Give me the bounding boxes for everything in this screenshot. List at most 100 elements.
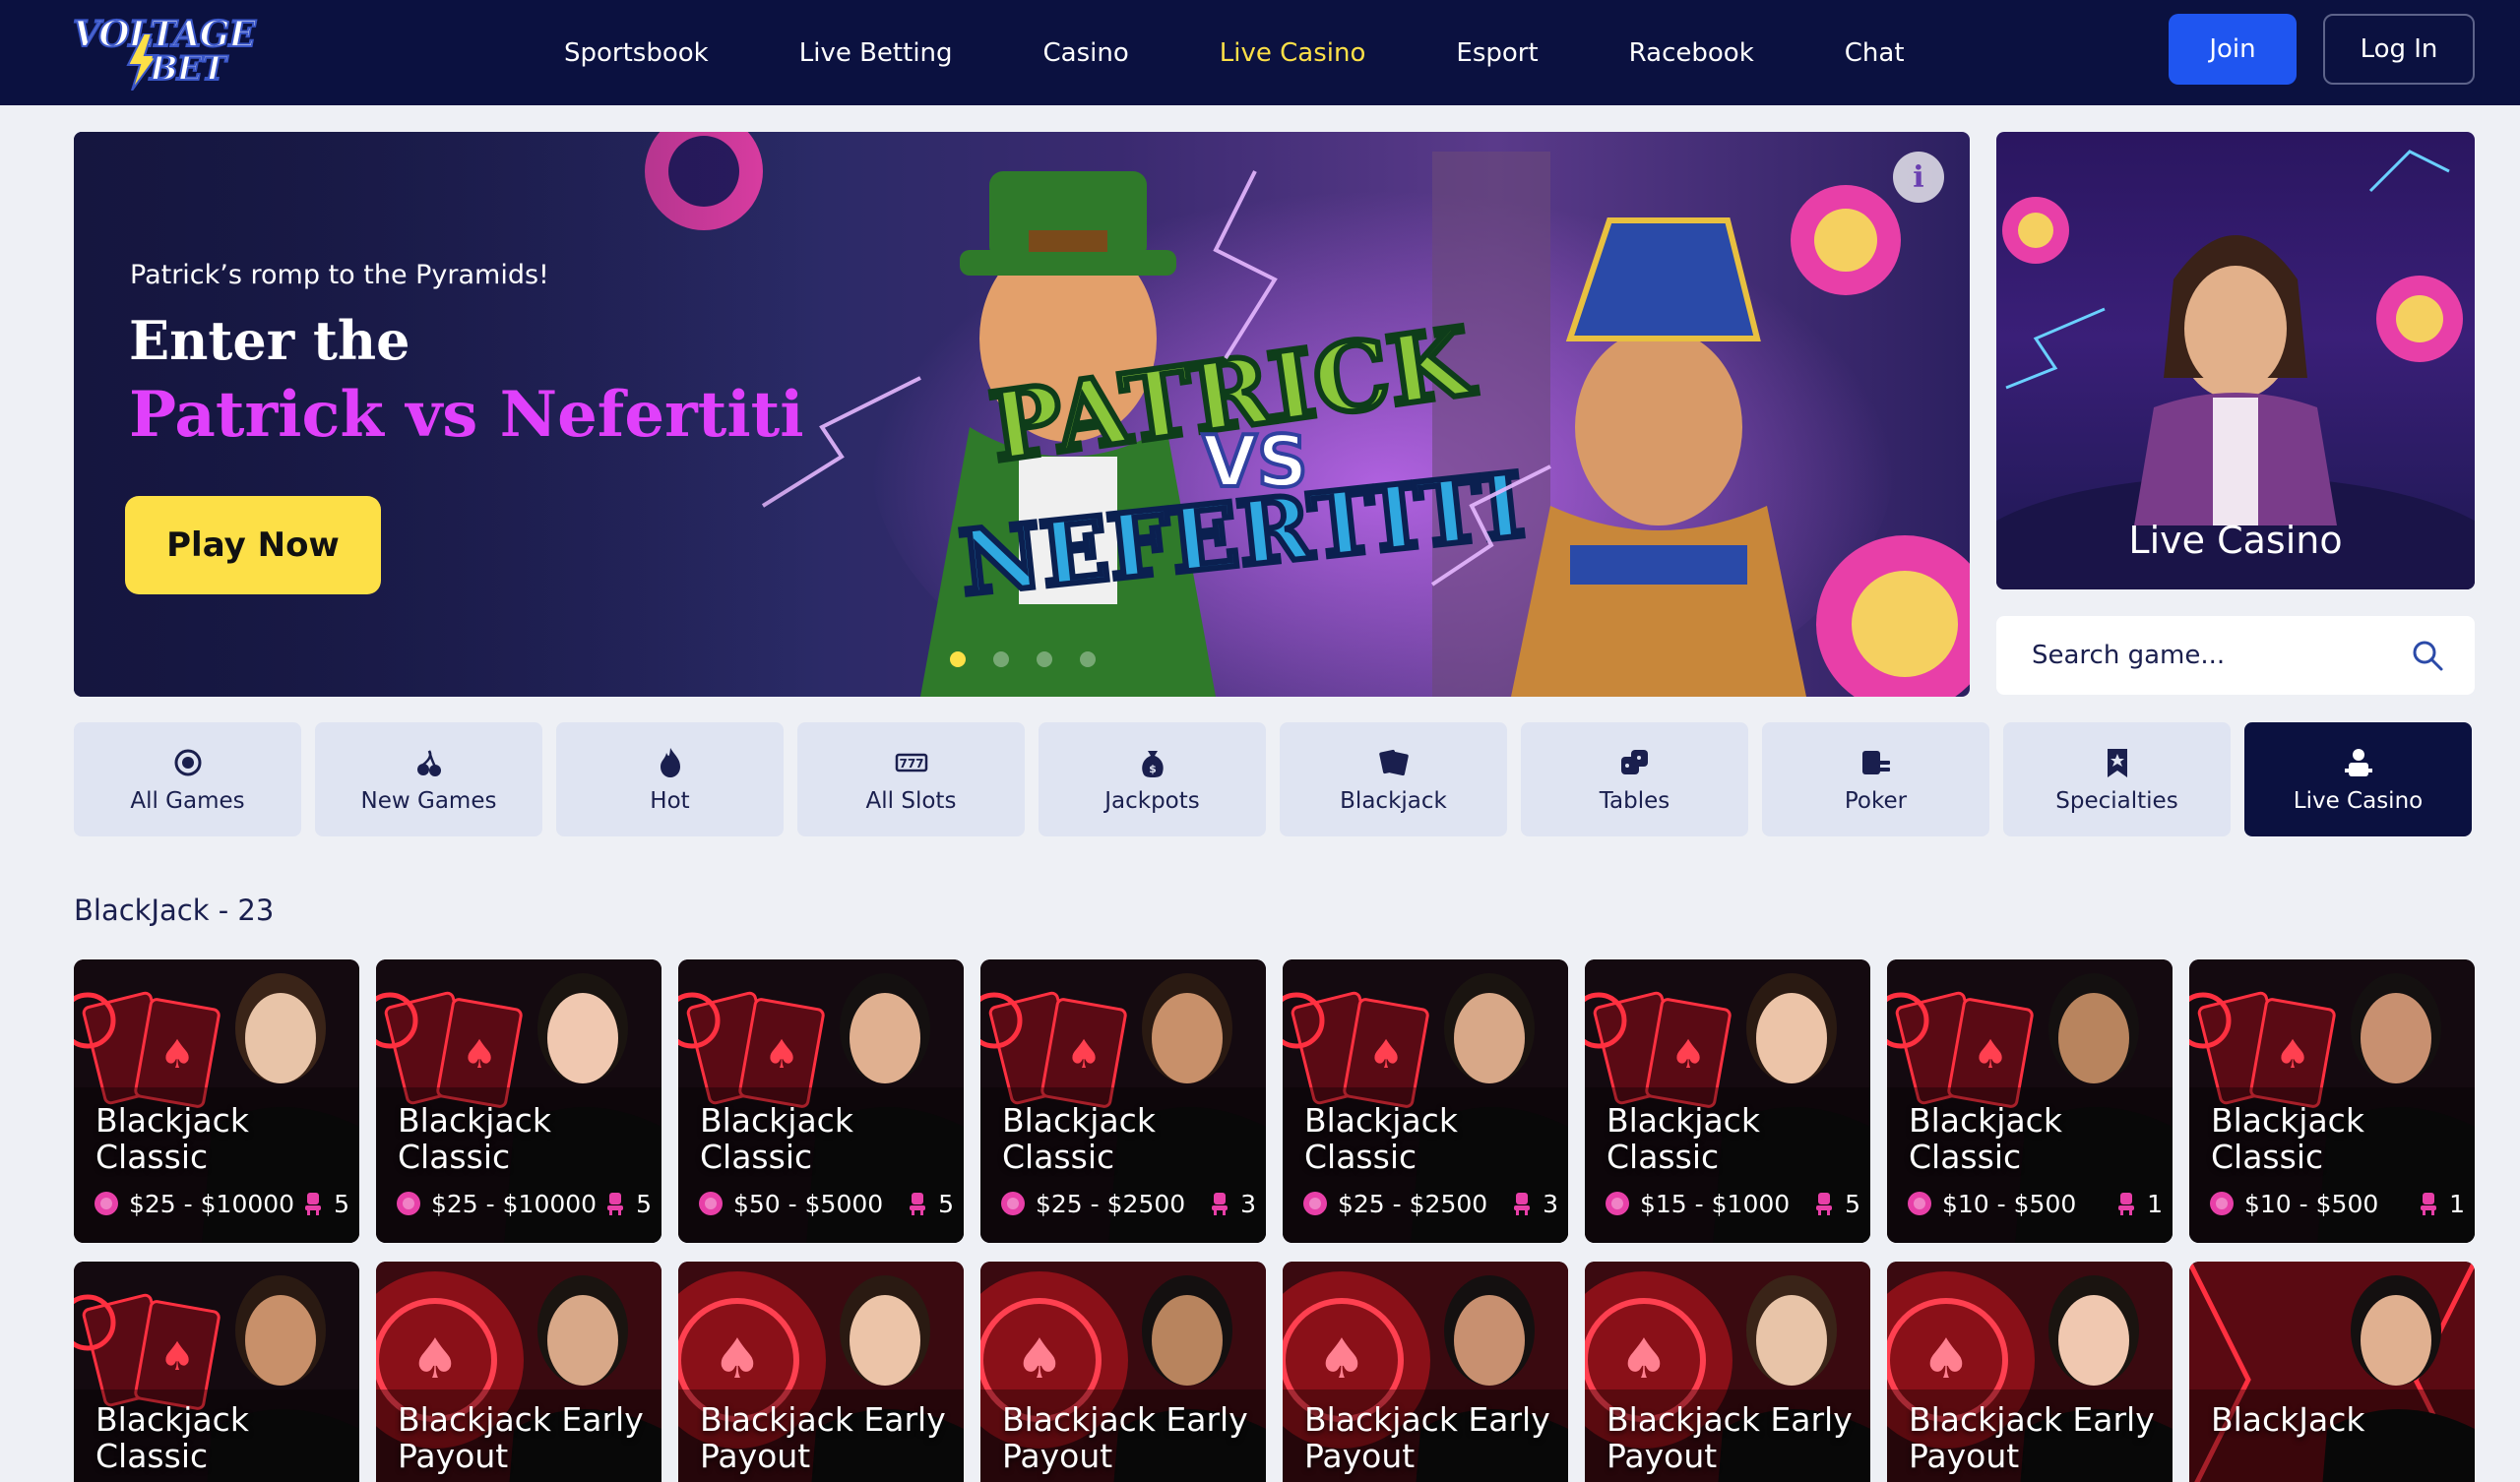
game-meta: $25 - $2500 3 [1302,1188,1558,1219]
category-tab-blackjack[interactable]: Blackjack [1280,722,1507,836]
game-name: Blackjack Classic [1909,1101,2062,1176]
hero-title-line2: Patrick vs Nefertiti [129,378,804,452]
game-name: Blackjack Classic [700,1101,853,1176]
svg-text:♠: ♠ [159,1032,195,1078]
game-meta: $25 - $10000 5 [396,1188,652,1219]
bet-limits: $25 - $2500 [1036,1189,1186,1218]
bet-limits: $50 - $5000 [733,1189,884,1218]
seats-available: 5 [636,1189,652,1218]
search-icon[interactable] [2410,638,2445,673]
game-card[interactable]: ♠ Blackjack Early Payout [1283,1262,1568,1482]
seat-icon [1816,1193,1832,1215]
svg-text:♠: ♠ [2275,1032,2310,1078]
category-tab-specialties[interactable]: Specialties [2003,722,2231,836]
category-label: Tables [1599,788,1670,814]
carousel-dot[interactable] [1080,651,1096,667]
category-tab-jackpots[interactable]: $ Jackpots [1039,722,1266,836]
game-card[interactable]: ♠ Blackjack Classic $25 - $10000 5 [74,959,359,1243]
carousel-dot[interactable] [993,651,1009,667]
game-card[interactable]: ♠ Blackjack Classic $15 - $1000 5 [1585,959,1870,1243]
seat-icon [1212,1193,1228,1215]
login-button[interactable]: Log In [2323,14,2475,85]
category-tab-live-casino[interactable]: Live Casino [2244,722,2472,836]
seat-icon [1514,1193,1530,1215]
top-navbar: VOLTAGE BET Sportsbook Live Betting Casino… [0,0,2520,105]
game-meta: $15 - $1000 5 [1605,1188,1860,1219]
category-tab-hot[interactable]: Hot [556,722,784,836]
svg-text:♠: ♠ [159,1334,195,1380]
game-card[interactable]: ♠ Blackjack Early Payout [1887,1262,2173,1482]
game-card[interactable]: ♠ Blackjack Early Payout [376,1262,662,1482]
chip-icon [2210,1192,2234,1215]
all-games-icon [174,749,201,776]
category-tab-tables[interactable]: Tables [1521,722,1748,836]
game-card[interactable]: ♠ Blackjack Classic $25 - $10000 5 [376,959,662,1243]
game-name: Blackjack Classic [2211,1101,2364,1176]
seat-icon [2421,1193,2436,1215]
search-input[interactable] [2032,638,2386,673]
dealer-icon [2344,749,2372,776]
nav-item-live-casino[interactable]: Live Casino [1220,38,1366,68]
category-tab-new-games[interactable]: New Games [315,722,542,836]
game-card[interactable]: ♠ Blackjack Classic $10 - $500 1 [1887,959,2173,1243]
slots-777-icon: 777 [895,753,927,772]
svg-text:♠: ♠ [1973,1032,2008,1078]
game-card[interactable]: ♠ Blackjack Early Payout [980,1262,1266,1482]
voltage-bet-logo[interactable]: VOLTAGE BET [71,12,257,91]
game-card[interactable]: ♠ Blackjack Classic $50 - $5000 5 [678,959,964,1243]
bet-limits: $10 - $500 [1942,1189,2077,1218]
live-casino-promo[interactable]: Live Casino [1996,132,2475,589]
seats-available: 1 [2147,1189,2163,1218]
svg-text:♠: ♠ [1317,1328,1366,1391]
bet-limits: $25 - $2500 [1338,1189,1488,1218]
cards-icon [1378,749,1409,776]
hero-title-line1: Enter the [129,309,410,372]
game-name: Blackjack Early Payout [700,1400,946,1475]
chip-icon [1001,1192,1025,1215]
game-meta: $10 - $500 1 [1907,1188,2163,1219]
category-label: Live Casino [2293,788,2424,814]
info-icon[interactable]: i [1893,152,1944,203]
hero-banner[interactable]: PATRICK VS NEFERTITI Patrick’s romp to t… [74,132,1970,697]
seat-icon [910,1193,925,1215]
nav-item-chat[interactable]: Chat [1845,38,1905,68]
game-name: Blackjack Classic [95,1101,249,1176]
category-label: Blackjack [1340,788,1447,814]
game-card[interactable]: ♠ Blackjack Classic [74,1262,359,1482]
seat-icon [607,1193,623,1215]
hero-subtitle: Patrick’s romp to the Pyramids! [130,260,549,290]
category-label: Specialties [2055,788,2178,814]
game-name: Blackjack Classic [1606,1101,1760,1176]
nav-item-sportsbook[interactable]: Sportsbook [564,38,709,68]
nav-item-esport[interactable]: Esport [1456,38,1538,68]
seats-available: 5 [1845,1189,1860,1218]
game-name: Blackjack Classic [1002,1101,1156,1176]
play-now-button[interactable]: Play Now [125,496,381,594]
game-card[interactable]: BlackJack [2189,1262,2475,1482]
game-card[interactable]: ♠ Blackjack Classic $10 - $500 1 [2189,959,2475,1243]
svg-text:♠: ♠ [1670,1032,1706,1078]
game-meta: $25 - $2500 3 [1000,1188,1256,1219]
nav-item-live-betting[interactable]: Live Betting [799,38,953,68]
category-label: Poker [1844,788,1908,814]
nav-item-racebook[interactable]: Racebook [1629,38,1754,68]
game-card[interactable]: ♠ Blackjack Early Payout [678,1262,964,1482]
game-meta: $25 - $10000 5 [94,1188,349,1219]
category-tabs: All Games New Games Hot 777 All Slots $ Jackpo… [74,722,2476,836]
category-label: All Slots [865,788,957,814]
game-card[interactable]: ♠ Blackjack Classic $25 - $2500 3 [980,959,1266,1243]
category-tab-all-slots[interactable]: 777 All Slots [797,722,1025,836]
game-card[interactable]: ♠ Blackjack Early Payout [1585,1262,1870,1482]
join-button[interactable]: Join [2169,14,2297,85]
category-tab-all-games[interactable]: All Games [74,722,301,836]
bet-limits: $15 - $1000 [1640,1189,1791,1218]
logo-text-bet: BET [149,48,227,90]
seats-available: 1 [2449,1189,2465,1218]
category-tab-poker[interactable]: Poker [1762,722,1989,836]
nav-item-casino[interactable]: Casino [1043,38,1129,68]
svg-text:♠: ♠ [1066,1032,1102,1078]
carousel-dot[interactable] [1037,651,1052,667]
game-card[interactable]: ♠ Blackjack Classic $25 - $2500 3 [1283,959,1568,1243]
carousel-dot[interactable] [950,651,966,667]
game-name: Blackjack Early Payout [1606,1400,1853,1475]
